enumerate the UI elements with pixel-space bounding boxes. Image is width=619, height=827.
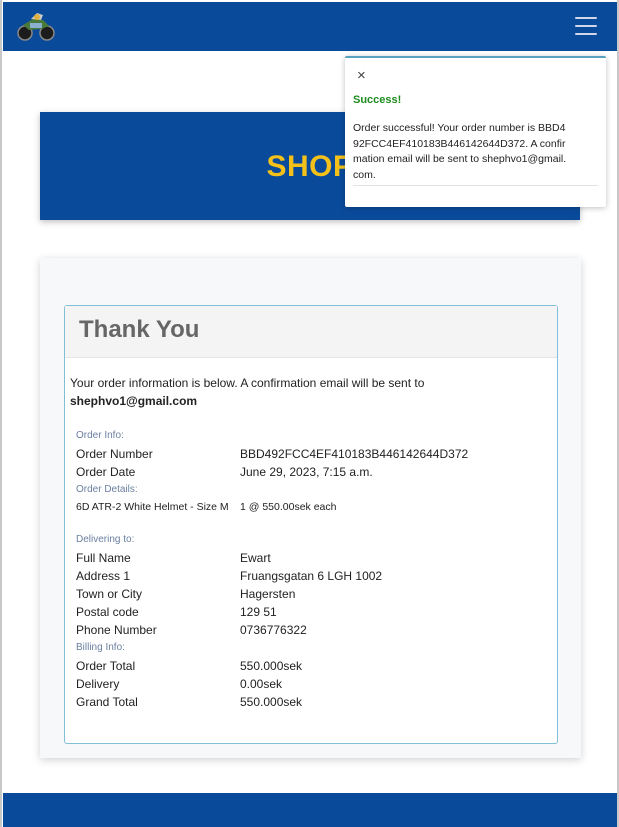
intro-text: Your order information is below. A confi…	[70, 374, 550, 410]
address1-label: Address 1	[76, 569, 131, 583]
success-toast: × Success! Order successful! Your order …	[345, 56, 606, 207]
town-label: Town or City	[76, 587, 143, 601]
address1-row: Address 1 Fruangsgatan 6 LGH 1002	[76, 567, 546, 585]
hamburger-bar	[575, 33, 597, 35]
toast-message: Order successful! Your order number is B…	[353, 122, 567, 181]
billing-info-label: Billing Info:	[76, 642, 125, 653]
grand-total-row: Grand Total 550.000sek	[76, 693, 546, 711]
order-number-row: Order Number BBD492FCC4EF410183B44614264…	[76, 445, 546, 463]
delivery-label: Delivery	[76, 677, 120, 691]
delivery-row: Delivery 0.00sek	[76, 675, 546, 693]
address1-value: Fruangsgatan 6 LGH 1002	[240, 569, 383, 583]
order-date-row: Order Date June 29, 2023, 7:15 a.m.	[76, 463, 546, 481]
grand-total-label: Grand Total	[76, 695, 138, 709]
item-qty-price: 1 @ 550.00sek each	[240, 501, 337, 513]
full-name-value: Ewart	[240, 551, 271, 565]
delivering-to-label: Delivering to:	[76, 534, 135, 545]
toast-title: Success!	[353, 94, 402, 106]
order-info-label: Order Info:	[76, 430, 124, 441]
phone-label: Phone Number	[76, 623, 157, 637]
phone-value: 0736776322	[240, 623, 307, 637]
hamburger-bar	[575, 25, 597, 27]
order-details-label: Order Details:	[76, 484, 138, 495]
motorcycle-logo-icon[interactable]	[15, 9, 57, 43]
order-number-label: Order Number	[76, 447, 153, 461]
phone-row: Phone Number 0736776322	[76, 621, 546, 639]
full-name-label: Full Name	[76, 551, 131, 565]
order-total-value: 550.000sek	[240, 659, 303, 673]
order-summary: Order Info: Order Number BBD492FCC4EF410…	[76, 427, 546, 711]
toast-divider	[353, 185, 598, 186]
grand-total-value: 550.000sek	[240, 695, 303, 709]
postal-code-value: 129 51	[240, 605, 277, 619]
close-icon[interactable]: ×	[357, 67, 366, 84]
checkout-success-card: Thank You Your order information is belo…	[40, 258, 581, 758]
hamburger-menu-icon[interactable]	[575, 17, 597, 36]
town-row: Town or City Hagersten	[76, 585, 546, 603]
order-total-row: Order Total 550.000sek	[76, 657, 546, 675]
navbar	[3, 2, 617, 51]
order-panel: Thank You Your order information is belo…	[64, 305, 558, 744]
order-date-label: Order Date	[76, 465, 136, 479]
item-name: 6D ATR-2 White Helmet - Size M	[76, 501, 229, 513]
confirmation-email: shephvo1@gmail.com	[70, 394, 198, 408]
town-value: Hagersten	[240, 587, 296, 601]
order-total-label: Order Total	[76, 659, 136, 673]
postal-code-label: Postal code	[76, 605, 139, 619]
thank-you-heading: Thank You	[79, 316, 200, 343]
panel-header: Thank You	[65, 306, 557, 358]
hamburger-bar	[575, 17, 597, 19]
order-date-value: June 29, 2023, 7:15 a.m.	[240, 465, 373, 479]
footer	[3, 793, 617, 827]
intro-message: Your order information is below. A confi…	[70, 376, 425, 390]
full-name-row: Full Name Ewart	[76, 549, 546, 567]
order-item-row: 6D ATR-2 White Helmet - Size M 1 @ 550.0…	[76, 499, 546, 531]
order-number-value: BBD492FCC4EF410183B446142644D372	[240, 447, 469, 461]
delivery-value: 0.00sek	[240, 677, 283, 691]
postal-code-row: Postal code 129 51	[76, 603, 546, 621]
